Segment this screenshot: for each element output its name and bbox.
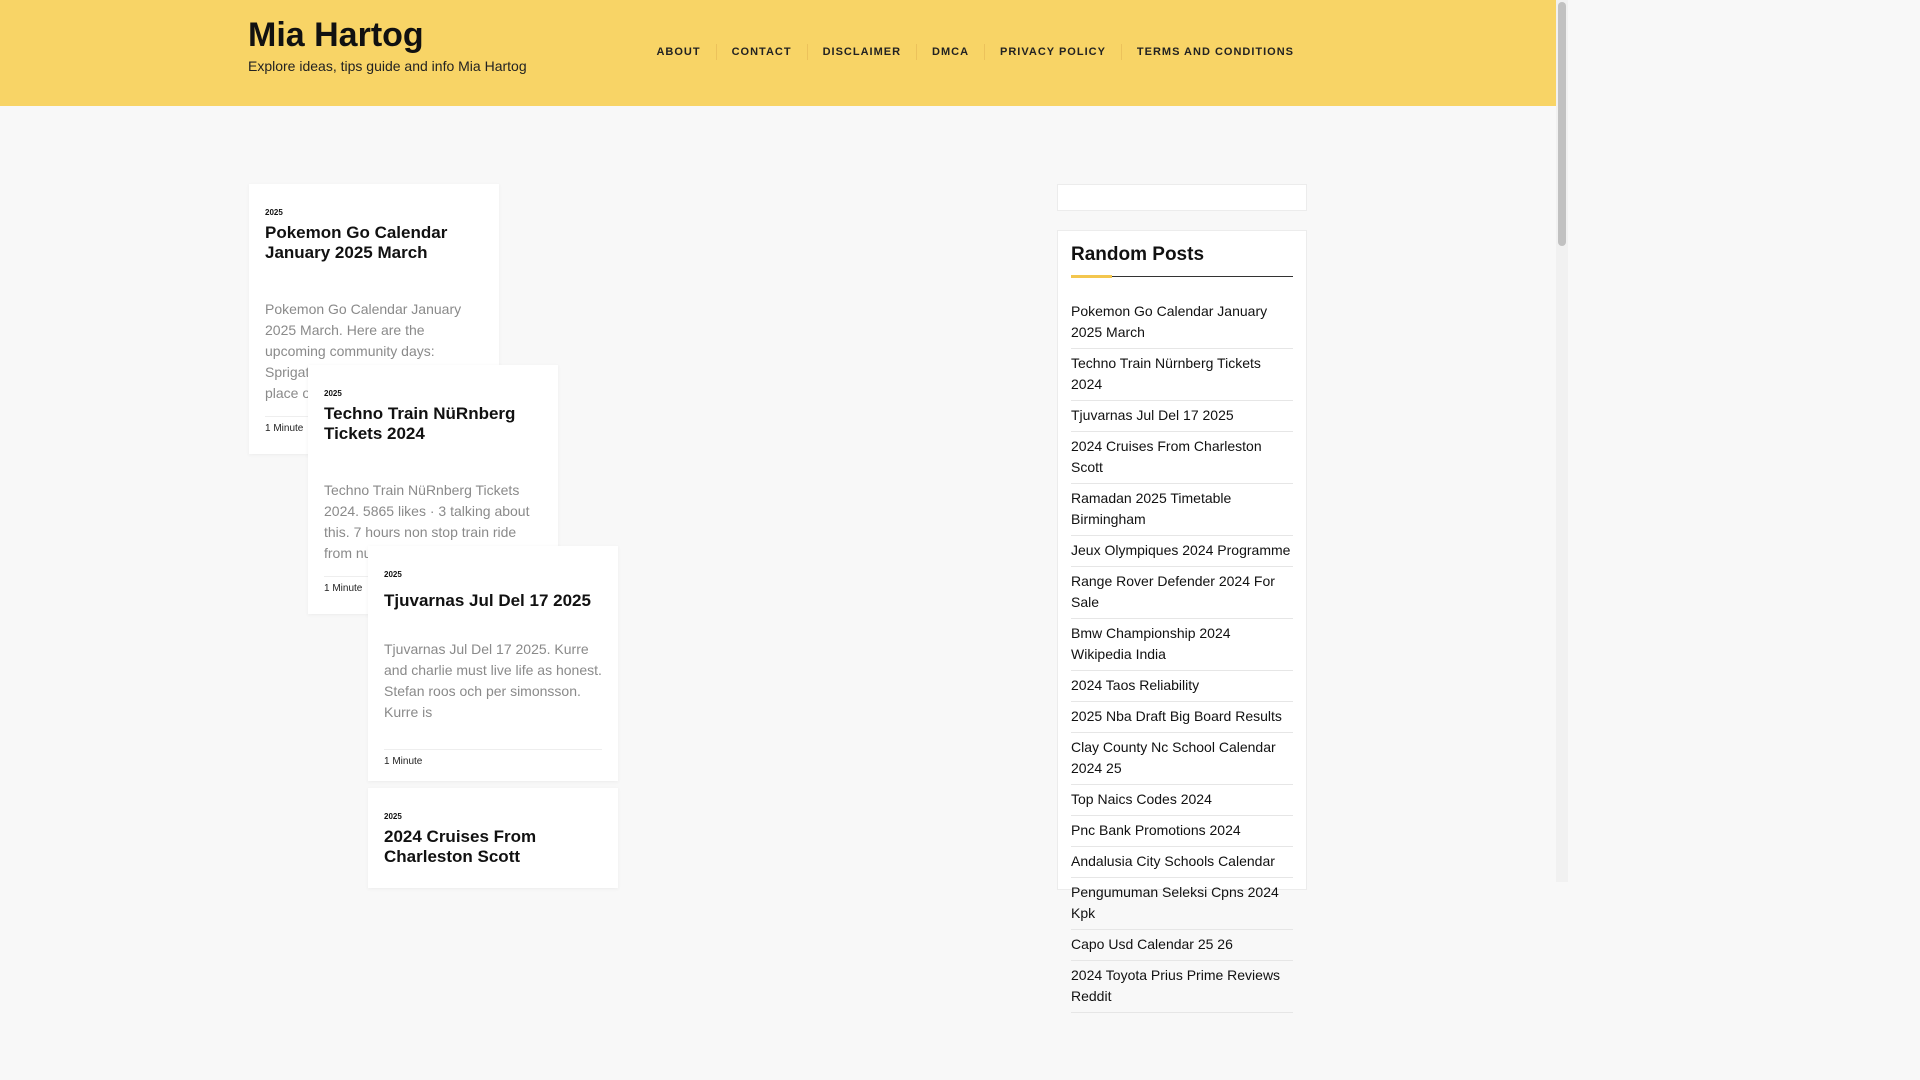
random-posts-list: Pokemon Go Calendar January 2025 March T… [1071,297,1293,1013]
sidebar-widget-empty [1057,184,1307,211]
widget-title: Random Posts [1071,244,1205,265]
nav-item-dmca[interactable]: DMCA [916,44,984,60]
post-title[interactable]: Tjuvarnas Jul Del 17 2025 [384,591,602,611]
nav-item-contact[interactable]: CONTACT [715,44,807,60]
random-post-link[interactable]: Pnc Bank Promotions 2024 [1071,816,1293,847]
random-post-link[interactable]: Range Rover Defender 2024 For Sale [1071,567,1293,619]
random-post-link[interactable]: 2024 Taos Reliability [1071,671,1293,702]
random-post-link[interactable]: Capo Usd Calendar 25 26 [1071,930,1293,961]
post-excerpt: Tjuvarnas Jul Del 17 2025. Kurre and cha… [384,641,602,720]
post-category[interactable]: 2025 [384,570,602,579]
random-post-link[interactable]: 2024 Toyota Prius Prime Reviews Reddit [1071,961,1293,1013]
scrollbar-thumb[interactable] [1558,2,1566,246]
site-title[interactable]: Mia Hartog [248,16,424,55]
random-post-link[interactable]: Pokemon Go Calendar January 2025 March [1071,297,1293,349]
random-post-link[interactable]: Techno Train Nürnberg Tickets 2024 [1071,349,1293,401]
random-post-link[interactable]: 2025 Nba Draft Big Board Results [1071,702,1293,733]
random-post-link[interactable]: Clay County Nc School Calendar 2024 25 [1071,733,1293,785]
site-header: Mia Hartog Explore ideas, tips guide and… [0,0,1556,106]
post-category[interactable]: 2025 [324,389,542,398]
post-card: 2025 Tjuvarnas Jul Del 17 2025 Tjuvarnas… [368,546,618,781]
random-post-link[interactable]: Bmw Championship 2024 Wikipedia India [1071,619,1293,671]
site-tagline: Explore ideas, tips guide and info Mia H… [248,58,527,74]
widget-title-underline [1071,275,1293,283]
page-scrollbar[interactable] [1556,0,1568,882]
post-category[interactable]: 2025 [384,812,602,821]
random-post-link[interactable]: Jeux Olympiques 2024 Programme [1071,536,1293,567]
post-title[interactable]: 2024 Cruises From Charleston Scott [384,827,602,867]
random-post-link[interactable]: Top Naics Codes 2024 [1071,785,1293,816]
underline-accent [1071,275,1112,278]
random-post-link[interactable]: Tjuvarnas Jul Del 17 2025 [1071,401,1293,432]
random-posts-widget: Random Posts Pokemon Go Calendar January… [1057,230,1307,1013]
post-card: 2025 2024 Cruises From Charleston Scott [368,788,618,888]
random-post-link[interactable]: Pengumuman Seleksi Cpns 2024 Kpk [1071,878,1293,930]
post-category[interactable]: 2025 [265,208,483,217]
nav-item-privacy-policy[interactable]: PRIVACY POLICY [984,44,1121,60]
random-post-link[interactable]: Andalusia City Schools Calendar [1071,847,1293,878]
underline-line [1112,276,1293,277]
main-nav: ABOUT CONTACT DISCLAIMER DMCA PRIVACY PO… [641,44,1294,60]
random-post-link[interactable]: Ramadan 2025 Timetable Birmingham [1071,484,1293,536]
post-title[interactable]: Pokemon Go Calendar January 2025 March [265,223,483,263]
post-reading-time: 1 Minute [384,749,602,767]
nav-item-disclaimer[interactable]: DISCLAIMER [806,44,916,60]
post-title[interactable]: Techno Train NüRnberg Tickets 2024 [324,404,542,444]
nav-item-terms-and-conditions[interactable]: TERMS AND CONDITIONS [1120,44,1294,60]
nav-item-about[interactable]: ABOUT [641,44,715,60]
random-post-link[interactable]: 2024 Cruises From Charleston Scott [1071,432,1293,484]
